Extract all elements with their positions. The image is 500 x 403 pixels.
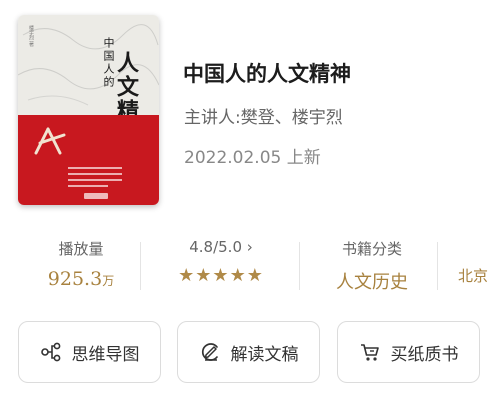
share-nodes-icon xyxy=(40,342,60,362)
book-cover[interactable]: 楼宇烈 著 中国人的 人文精神 xyxy=(18,15,159,205)
stat-divider xyxy=(299,242,300,290)
stat-divider xyxy=(437,242,438,290)
cover-text-line xyxy=(68,179,122,181)
stat-category[interactable]: 书籍分类 人文历史 xyxy=(318,238,426,294)
interpret-label: 解读文稿 xyxy=(230,344,299,365)
pen-doc-icon xyxy=(201,343,218,361)
rating-stars: ★★★★★ xyxy=(178,265,264,286)
cover-author: 楼宇烈 著 xyxy=(28,25,34,47)
stat-plays: 播放量 925.3万 xyxy=(38,238,124,290)
book-title: 中国人的人文精神 xyxy=(183,62,351,86)
cover-text-line xyxy=(68,185,108,187)
buy-book-button[interactable]: 买纸质书 xyxy=(337,321,480,383)
stat-divider xyxy=(140,242,141,290)
cover-calligraphy xyxy=(34,127,66,155)
category-value: 人文历史 xyxy=(336,272,408,293)
cover-text-line xyxy=(68,167,122,169)
rating-label-wrap: 4.8/5.0 › xyxy=(158,238,284,256)
stat-extra[interactable]: . 北京 xyxy=(458,238,500,286)
mindmap-button[interactable]: 思维导图 xyxy=(18,321,161,383)
book-release-date: 2022.02.05 上新 xyxy=(184,148,321,168)
cover-text-line xyxy=(68,173,122,175)
interpret-button[interactable]: 解读文稿 xyxy=(177,321,320,383)
book-speaker: 主讲人:樊登、楼宇烈 xyxy=(184,108,343,128)
rating-label: 4.8/5.0 xyxy=(189,238,242,256)
plays-value: 925.3 xyxy=(47,268,103,290)
stat-rating[interactable]: 4.8/5.0 › ★★★★★ xyxy=(158,238,284,286)
plays-unit: 万 xyxy=(102,274,115,288)
chevron-right-icon: › xyxy=(246,238,253,256)
category-label: 书籍分类 xyxy=(341,240,402,258)
cart-icon xyxy=(360,344,379,361)
plays-value-wrap: 925.3万 xyxy=(38,268,124,290)
mindmap-label: 思维导图 xyxy=(71,344,140,365)
cover-publisher-mark xyxy=(84,193,108,199)
extra-value: 北京 xyxy=(458,267,489,285)
buy-book-label: 买纸质书 xyxy=(390,344,459,365)
plays-label: 播放量 xyxy=(58,240,104,258)
